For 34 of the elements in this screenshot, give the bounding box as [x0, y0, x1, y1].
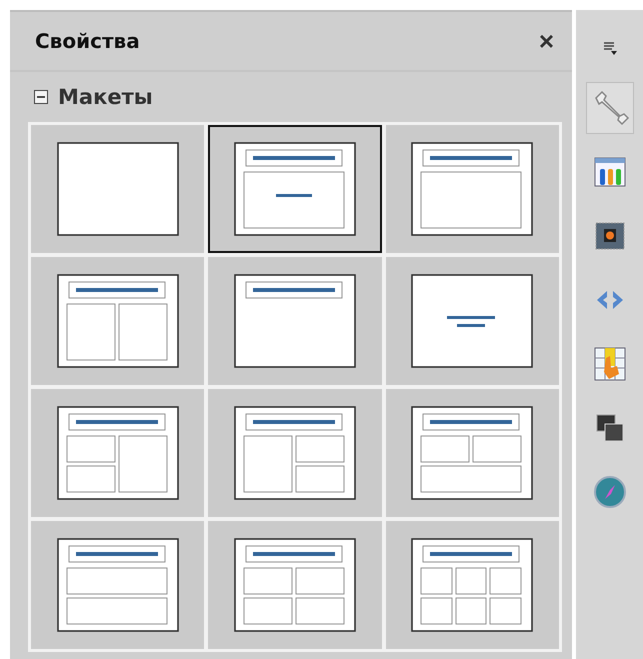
slide-layout-icon — [234, 538, 356, 632]
layout-tile[interactable] — [208, 257, 382, 385]
film-frame-icon — [594, 220, 626, 252]
slide-layout-icon — [234, 142, 356, 236]
compass-icon — [592, 475, 626, 509]
layout-tile[interactable] — [31, 257, 204, 385]
slide-layout-icon — [56, 406, 179, 500]
layout-tile[interactable] — [31, 389, 204, 517]
slide-layout-icon — [411, 142, 534, 236]
slide-layout-icon — [56, 538, 179, 632]
slide-layout-icon — [411, 406, 534, 500]
gallery-hand-icon — [592, 346, 626, 382]
layout-tile[interactable] — [31, 125, 204, 253]
overlapping-windows-icon — [594, 413, 624, 443]
slide-layout-icon — [56, 142, 179, 236]
layout-tile[interactable] — [208, 125, 382, 253]
menu-icon — [602, 40, 618, 56]
layout-tile[interactable] — [386, 125, 559, 253]
panel-title: Свойства — [35, 29, 140, 53]
chart-styles-icon — [592, 155, 626, 189]
close-button[interactable]: × — [534, 28, 558, 54]
slide-layout-icon — [56, 274, 179, 368]
layout-tile[interactable] — [31, 521, 204, 649]
layout-tile[interactable] — [386, 389, 559, 517]
layout-tile[interactable] — [386, 257, 559, 385]
slide-layout-icon — [234, 274, 356, 368]
section-title: Макеты — [58, 85, 153, 109]
collapse-toggle[interactable] — [34, 90, 48, 104]
layout-tile[interactable] — [208, 521, 382, 649]
slide-layout-icon — [411, 538, 534, 632]
layout-tile[interactable] — [386, 521, 559, 649]
slide-layout-icon — [234, 406, 356, 500]
layout-tile[interactable] — [208, 389, 382, 517]
slide-layout-icon — [411, 274, 534, 368]
